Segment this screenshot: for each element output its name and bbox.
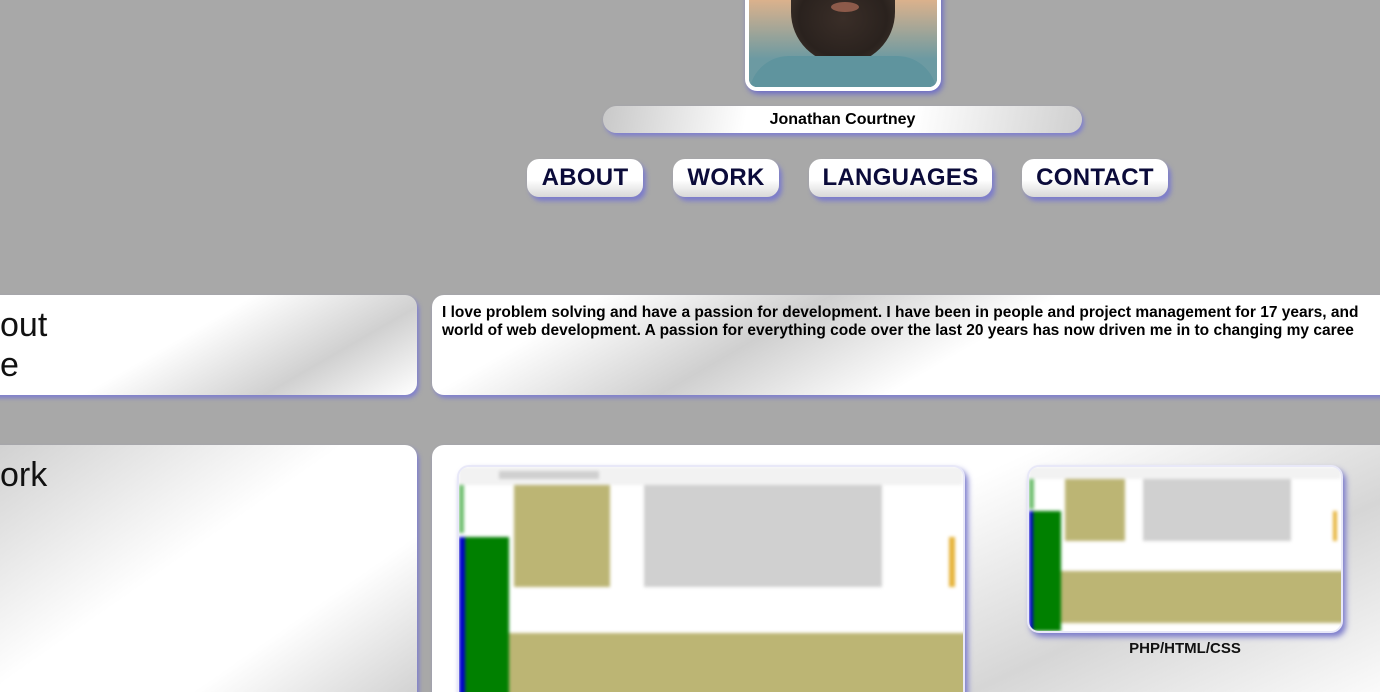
nav-languages-button[interactable]: LANGUAGES <box>809 159 992 197</box>
profile-photo <box>745 0 941 91</box>
photo-mouth <box>831 2 859 12</box>
about-heading-line2: e <box>0 346 19 384</box>
main-nav: ABOUT WORK LANGUAGES CONTACT <box>0 159 1380 197</box>
profile-name: Jonathan Courtney <box>603 106 1082 133</box>
work-projects-panel: PHP/HTML/CSS <box>432 445 1380 692</box>
project-screenshot-2[interactable] <box>1027 465 1343 633</box>
about-heading-panel: out e <box>0 295 417 395</box>
nav-about-button[interactable]: ABOUT <box>527 159 643 197</box>
nav-contact-button[interactable]: CONTACT <box>1022 159 1168 197</box>
work-heading-panel: ork <box>0 445 417 692</box>
project-screenshot-1[interactable] <box>457 465 965 692</box>
work-heading: ork <box>0 456 48 494</box>
about-text-line1: I love problem solving and have a passio… <box>442 304 1359 321</box>
about-text-line2: world of web development. A passion for … <box>442 322 1354 339</box>
nav-work-button[interactable]: WORK <box>673 159 779 197</box>
about-text-panel: I love problem solving and have a passio… <box>432 295 1380 395</box>
about-heading-line1: out <box>0 306 48 344</box>
photo-shirt <box>749 56 937 87</box>
project-caption-2: PHP/HTML/CSS <box>1129 640 1241 657</box>
